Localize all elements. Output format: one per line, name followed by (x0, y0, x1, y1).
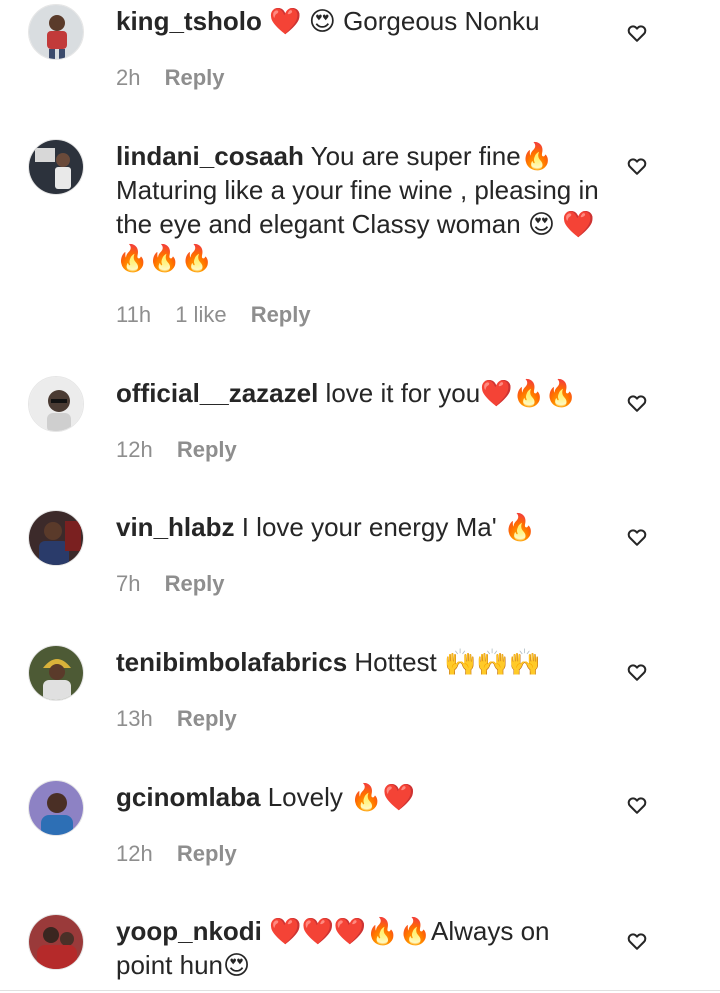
timestamp: 2h (116, 65, 141, 90)
reply-button[interactable]: Reply (177, 437, 237, 462)
comment-meta: 11h 1 like Reply (116, 301, 606, 329)
comment-body: lindani_cosaah You are super fine🔥 Matur… (116, 139, 606, 329)
comment-body: king_tsholo ❤️ 😍 Gorgeous Nonku 2h Reply (116, 4, 606, 92)
comment-meta: 7h Reply (116, 570, 606, 598)
comment-meta: 2h Reply (116, 64, 606, 92)
comment-body: yoop_nkodi ❤️❤️❤️🔥🔥Always on point hun😍 (116, 914, 606, 982)
comments-list: king_tsholo ❤️ 😍 Gorgeous Nonku 2h Reply… (0, 0, 720, 993)
username[interactable]: vin_hlabz (116, 512, 234, 542)
heart-outline-icon[interactable] (626, 661, 648, 683)
avatar[interactable] (28, 914, 84, 970)
comment-meta: 12h Reply (116, 840, 606, 868)
comment-text: love it for you❤️🔥🔥 (325, 378, 578, 408)
comment-body: tenibimbolafabrics Hottest 🙌🙌🙌 13h Reply (116, 645, 606, 733)
username[interactable]: yoop_nkodi (116, 916, 262, 946)
timestamp: 11h (116, 302, 152, 327)
timestamp: 13h (116, 706, 153, 731)
comment-body: gcinomlaba Lovely 🔥❤️ 12h Reply (116, 780, 606, 868)
username[interactable]: tenibimbolafabrics (116, 647, 347, 677)
username[interactable]: king_tsholo (116, 6, 262, 36)
avatar[interactable] (28, 780, 84, 836)
reply-button[interactable]: Reply (177, 706, 237, 731)
username[interactable]: official__zazazel (116, 378, 318, 408)
reply-button[interactable]: Reply (165, 65, 225, 90)
username[interactable]: lindani_cosaah (116, 141, 304, 171)
comment-body: official__zazazel love it for you❤️🔥🔥 12… (116, 376, 606, 464)
avatar[interactable] (28, 645, 84, 701)
avatar[interactable] (28, 139, 84, 195)
timestamp: 12h (116, 437, 153, 462)
timestamp: 12h (116, 841, 153, 866)
timestamp: 7h (116, 571, 141, 596)
reply-button[interactable]: Reply (177, 841, 237, 866)
heart-outline-icon[interactable] (626, 155, 648, 177)
heart-outline-icon[interactable] (626, 392, 648, 414)
comment-body: vin_hlabz I love your energy Ma' 🔥 7h Re… (116, 510, 606, 598)
comment-text: Lovely 🔥❤️ (267, 782, 415, 812)
heart-outline-icon[interactable] (626, 22, 648, 44)
comment-text: ❤️ 😍 Gorgeous Nonku (269, 6, 540, 36)
avatar[interactable] (28, 376, 84, 432)
reply-button[interactable]: Reply (165, 571, 225, 596)
comment-text: Hottest 🙌🙌🙌 (354, 647, 542, 677)
divider (0, 990, 720, 991)
avatar[interactable] (28, 4, 84, 60)
like-count[interactable]: 1 like (175, 302, 226, 327)
comment-meta: 12h Reply (116, 436, 606, 464)
heart-outline-icon[interactable] (626, 930, 648, 952)
username[interactable]: gcinomlaba (116, 782, 260, 812)
heart-outline-icon[interactable] (626, 794, 648, 816)
comment-meta: 13h Reply (116, 705, 606, 733)
comment-text: I love your energy Ma' 🔥 (241, 512, 537, 542)
avatar[interactable] (28, 510, 84, 566)
reply-button[interactable]: Reply (251, 302, 311, 327)
heart-outline-icon[interactable] (626, 526, 648, 548)
